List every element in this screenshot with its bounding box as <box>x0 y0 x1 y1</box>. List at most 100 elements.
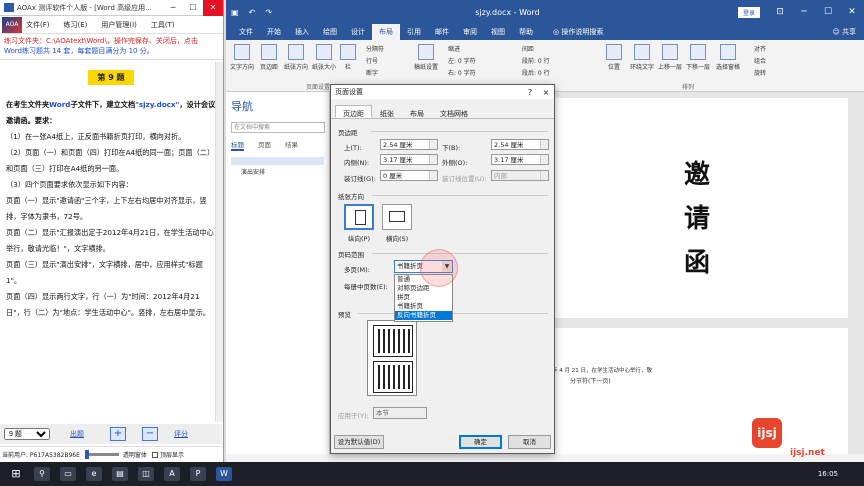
indent-left-field[interactable]: 左: 0 字符 <box>448 56 476 65</box>
close-icon[interactable]: ✕ <box>840 7 864 17</box>
tab-home[interactable]: 开始 <box>260 24 288 40</box>
menu-file[interactable]: 文件(F) <box>26 20 50 30</box>
spacing-before-field[interactable]: 段前: 0 行 <box>522 56 550 65</box>
nav-tab-results[interactable]: 结果 <box>285 139 298 151</box>
transparency-slider[interactable] <box>84 450 119 459</box>
align-button[interactable]: 对齐 <box>754 44 766 53</box>
indent-right-field[interactable]: 右: 0 字符 <box>448 68 476 77</box>
inside-margin-input[interactable]: 3.17 厘米 <box>380 154 438 165</box>
option-two-pages[interactable]: 拼页 <box>395 293 452 302</box>
exam-app-icon[interactable]: A <box>164 467 180 481</box>
pdf-app-icon[interactable]: P <box>190 467 206 481</box>
tell-me-search[interactable]: ◎ 操作说明搜索 <box>546 24 610 40</box>
zoom-in-icon[interactable]: + <box>110 427 126 441</box>
windows-start-icon[interactable]: ⊞ <box>8 467 24 481</box>
top-margin-input[interactable]: 2.54 厘米 <box>380 139 438 150</box>
zoom-out-icon[interactable]: − <box>142 427 158 441</box>
tab-layout[interactable]: 布局 <box>372 24 400 40</box>
menu-practice[interactable]: 练习(E) <box>64 20 88 30</box>
rotate-button[interactable]: 旋转 <box>754 68 766 77</box>
breaks-button[interactable]: 分隔符 <box>366 44 384 53</box>
bring-forward-button[interactable]: 上移一层 <box>658 44 682 71</box>
tab-mailings[interactable]: 邮件 <box>428 24 456 40</box>
margins-button[interactable]: 页边距 <box>260 44 278 71</box>
option-reverse-book-fold[interactable]: 反向书籍折页 <box>395 311 452 320</box>
tab-margins[interactable]: 页边距 <box>335 105 372 118</box>
hyphenation-button[interactable]: 断字 <box>366 68 378 77</box>
position-button[interactable]: 位置 <box>606 44 622 71</box>
generate-question-button[interactable]: 出题 <box>70 429 84 439</box>
gutter-position-select[interactable]: 内部 <box>491 170 549 181</box>
option-book-fold[interactable]: 书籍折页 <box>395 302 452 311</box>
tab-layout[interactable]: 布局 <box>402 105 432 118</box>
nav-heading-item[interactable]: 演出安排 <box>231 165 324 178</box>
landscape-label: 横向(S) <box>386 235 409 243</box>
tab-view[interactable]: 视图 <box>484 24 512 40</box>
store-icon[interactable]: ◫ <box>138 467 154 481</box>
manuscript-button[interactable]: 稿纸设置 <box>414 44 438 71</box>
nav-tab-pages[interactable]: 页面 <box>258 139 271 151</box>
exam-title-bar: AOAx 测评软件个人版 - [Word 高级应用... ─ ☐ ✕ <box>0 0 223 16</box>
edge-icon[interactable]: e <box>86 467 102 481</box>
tab-paper[interactable]: 纸张 <box>372 105 402 118</box>
bottom-margin-input[interactable]: 2.54 厘米 <box>491 139 549 150</box>
nav-search-input[interactable]: 在文档中搜索 <box>231 122 325 133</box>
tab-references[interactable]: 引用 <box>400 24 428 40</box>
tab-doc-grid[interactable]: 文档网格 <box>432 105 476 118</box>
minimize-icon[interactable]: ─ <box>792 7 816 17</box>
line-numbers-button[interactable]: 行号 <box>366 56 378 65</box>
word-app-icon[interactable]: W <box>216 467 232 481</box>
login-button[interactable]: 登录 <box>737 6 760 18</box>
orientation-button[interactable]: 纸张方向 <box>284 44 308 71</box>
outside-margin-input[interactable]: 3.17 厘米 <box>491 154 549 165</box>
wrap-text-button[interactable]: 环绕文字 <box>630 44 654 71</box>
tab-draw[interactable]: 绘图 <box>316 24 344 40</box>
tab-help[interactable]: 帮助 <box>512 24 540 40</box>
nav-heading-selected[interactable] <box>231 157 324 165</box>
redo-icon[interactable]: ↷ <box>265 8 272 17</box>
group-button[interactable]: 组合 <box>754 56 766 65</box>
set-default-button[interactable]: 设为默认值(D) <box>334 435 384 449</box>
close-icon[interactable]: × <box>538 88 554 97</box>
maximize-icon[interactable]: ☐ <box>816 7 840 17</box>
ok-button[interactable]: 确定 <box>459 435 502 449</box>
apply-to-select[interactable]: 本节 <box>373 407 427 419</box>
tab-insert[interactable]: 插入 <box>288 24 316 40</box>
task-view-icon[interactable]: ▭ <box>60 467 76 481</box>
maximize-icon[interactable]: ☐ <box>183 3 203 12</box>
tab-review[interactable]: 审阅 <box>456 24 484 40</box>
topmost-checkbox[interactable] <box>151 451 158 458</box>
columns-button[interactable]: 栏 <box>340 44 356 71</box>
text-direction-button[interactable]: 文字方向 <box>230 44 254 71</box>
score-button[interactable]: 评分 <box>174 429 188 439</box>
ribbon-display-icon[interactable]: ⊡ <box>768 7 792 17</box>
cancel-button[interactable]: 取消 <box>508 435 551 449</box>
question-scrollbar[interactable] <box>215 62 223 422</box>
menu-user-management[interactable]: 用户管理(I) <box>101 20 137 30</box>
save-icon[interactable]: ▣ <box>231 8 239 17</box>
size-button[interactable]: 纸张大小 <box>312 44 336 71</box>
search-icon[interactable]: ⚲ <box>34 467 50 481</box>
spacing-after-field[interactable]: 段后: 0 行 <box>522 68 550 77</box>
word-status-bar <box>226 454 864 462</box>
undo-icon[interactable]: ↶ <box>249 8 256 17</box>
send-backward-button[interactable]: 下移一层 <box>686 44 710 71</box>
invitation-char: 函 <box>684 248 711 278</box>
tab-design[interactable]: 设计 <box>344 24 372 40</box>
landscape-option[interactable] <box>382 204 412 230</box>
tab-file[interactable]: 文件 <box>232 24 260 40</box>
folder-icon[interactable]: ▤ <box>112 467 128 481</box>
selection-pane-button[interactable]: 选择窗格 <box>716 44 740 71</box>
current-user: 当前用户: P617A5382B96E <box>2 452 80 459</box>
close-icon[interactable]: ✕ <box>203 0 223 16</box>
question-select[interactable]: 9 题 <box>4 428 50 440</box>
minimize-icon[interactable]: ─ <box>163 3 183 12</box>
nav-tab-headings[interactable]: 标题 <box>231 139 244 151</box>
gutter-input[interactable]: 0 厘米 <box>380 170 438 181</box>
share-button[interactable]: ☺ 共享 <box>824 24 864 40</box>
menu-tools[interactable]: 工具(T) <box>151 20 175 30</box>
practice-summary-text: Word练习题共 14 套，每套题目满分为 10 分。 <box>4 47 154 55</box>
help-icon[interactable]: ? <box>522 88 538 97</box>
portrait-option[interactable] <box>344 204 374 230</box>
divider <box>372 253 548 254</box>
